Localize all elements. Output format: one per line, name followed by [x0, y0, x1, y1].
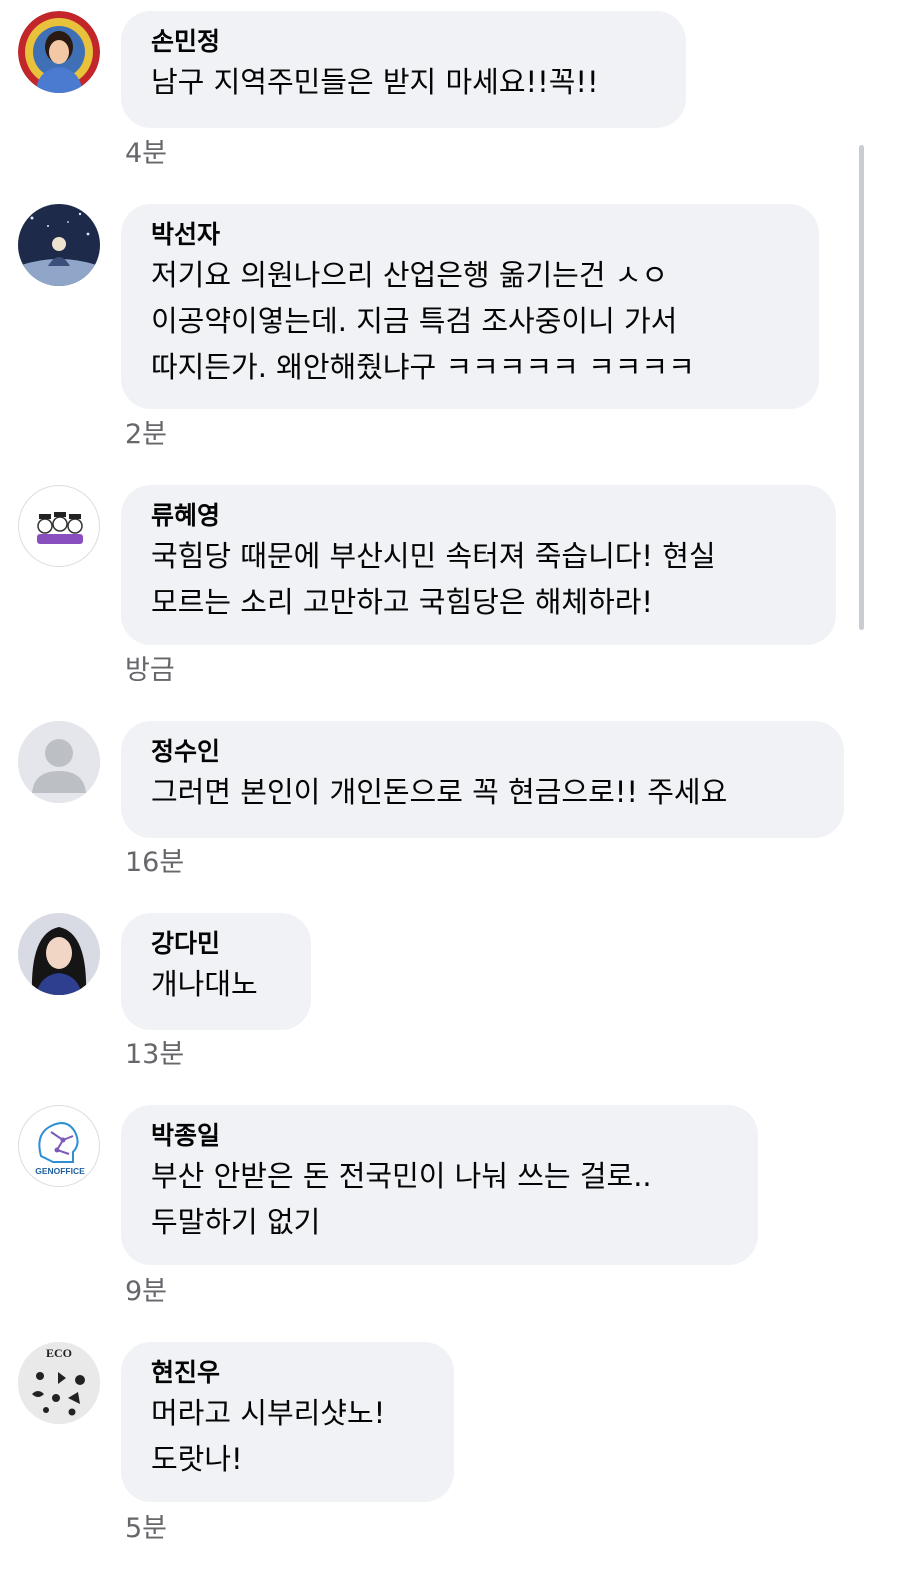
comment-text: 부산 안받은 돈 전국민이 나눠 쓰는 걸로.. 두말하기 없기 — [151, 1159, 652, 1239]
avatar[interactable] — [18, 485, 100, 567]
comment-bubble: 손민정 남구 지역주민들은 받지 마세요!!꼭!! — [121, 11, 686, 128]
avatar[interactable]: GENOFFICE — [18, 1105, 100, 1187]
avatar[interactable] — [18, 204, 100, 286]
comment-timestamp[interactable]: 5분 — [125, 1512, 167, 1546]
comment-timestamp[interactable]: 4분 — [125, 137, 167, 171]
comment-bubble: 박선자 저기요 의원나으리 산업은행 옮기는건 ㅅㅇ 이공약이옇는데. 지금 특… — [121, 204, 819, 409]
comment-text: 개나대노 — [151, 967, 258, 1001]
comment-author[interactable]: 강다민 — [151, 927, 283, 961]
eco-logo-text: ECO — [46, 1346, 72, 1360]
comment-timestamp[interactable]: 2분 — [125, 418, 167, 452]
comment-bubble: 류혜영 국힘당 때문에 부산시민 속터져 죽습니다! 현실 모르는 소리 고만하… — [121, 485, 836, 645]
comment-timestamp[interactable]: 9분 — [125, 1275, 167, 1309]
cartoon-group-icon — [19, 486, 99, 566]
comment-bubble: 정수인 그러면 본인이 개인돈으로 꼭 현금으로!! 주세요 — [121, 721, 844, 838]
comment-timestamp[interactable]: 방금 — [125, 654, 175, 688]
comment-author[interactable]: 류혜영 — [151, 499, 808, 533]
comment-author[interactable]: 손민정 — [151, 25, 658, 59]
person-photo-icon — [18, 11, 100, 93]
person-photo-icon — [18, 913, 100, 995]
comment-timestamp[interactable]: 13분 — [125, 1038, 184, 1072]
genoffice-logo-icon: GENOFFICE — [19, 1106, 99, 1186]
genoffice-logo-text: GENOFFICE — [35, 1166, 85, 1176]
eco-logo-icon: ECO — [18, 1342, 100, 1424]
scrollbar[interactable] — [859, 145, 864, 630]
comment-text: 저기요 의원나으리 산업은행 옮기는건 ㅅㅇ 이공약이옇는데. 지금 특검 조사… — [151, 258, 695, 384]
comment-bubble: 현진우 머라고 시부리샷노! 도랏나! — [121, 1342, 454, 1502]
comment-author[interactable]: 현진우 — [151, 1356, 426, 1390]
comment-bubble: 박종일 부산 안받은 돈 전국민이 나눠 쓰는 걸로.. 두말하기 없기 — [121, 1105, 758, 1265]
comment-author[interactable]: 박종일 — [151, 1119, 730, 1153]
comment-timestamp[interactable]: 16분 — [125, 846, 184, 880]
avatar[interactable] — [18, 721, 100, 803]
comment-text: 국힘당 때문에 부산시민 속터져 죽습니다! 현실 모르는 소리 고만하고 국힘… — [151, 539, 716, 619]
avatar[interactable]: ECO — [18, 1342, 100, 1424]
comment-bubble: 강다민 개나대노 — [121, 913, 311, 1030]
comment-text: 남구 지역주민들은 받지 마세요!!꼭!! — [151, 65, 599, 99]
comment-text: 그러면 본인이 개인돈으로 꼭 현금으로!! 주세요 — [151, 775, 728, 809]
comment-text: 머라고 시부리샷노! 도랏나! — [151, 1396, 386, 1476]
avatar[interactable] — [18, 11, 100, 93]
default-person-icon — [18, 721, 100, 803]
night-sky-icon — [18, 204, 100, 286]
avatar[interactable] — [18, 913, 100, 995]
comment-author[interactable]: 박선자 — [151, 218, 791, 252]
comment-author[interactable]: 정수인 — [151, 735, 816, 769]
comment-thread: 손민정 남구 지역주민들은 받지 마세요!!꼭!! 4분 박선자 저기요 의원나… — [0, 0, 900, 1589]
